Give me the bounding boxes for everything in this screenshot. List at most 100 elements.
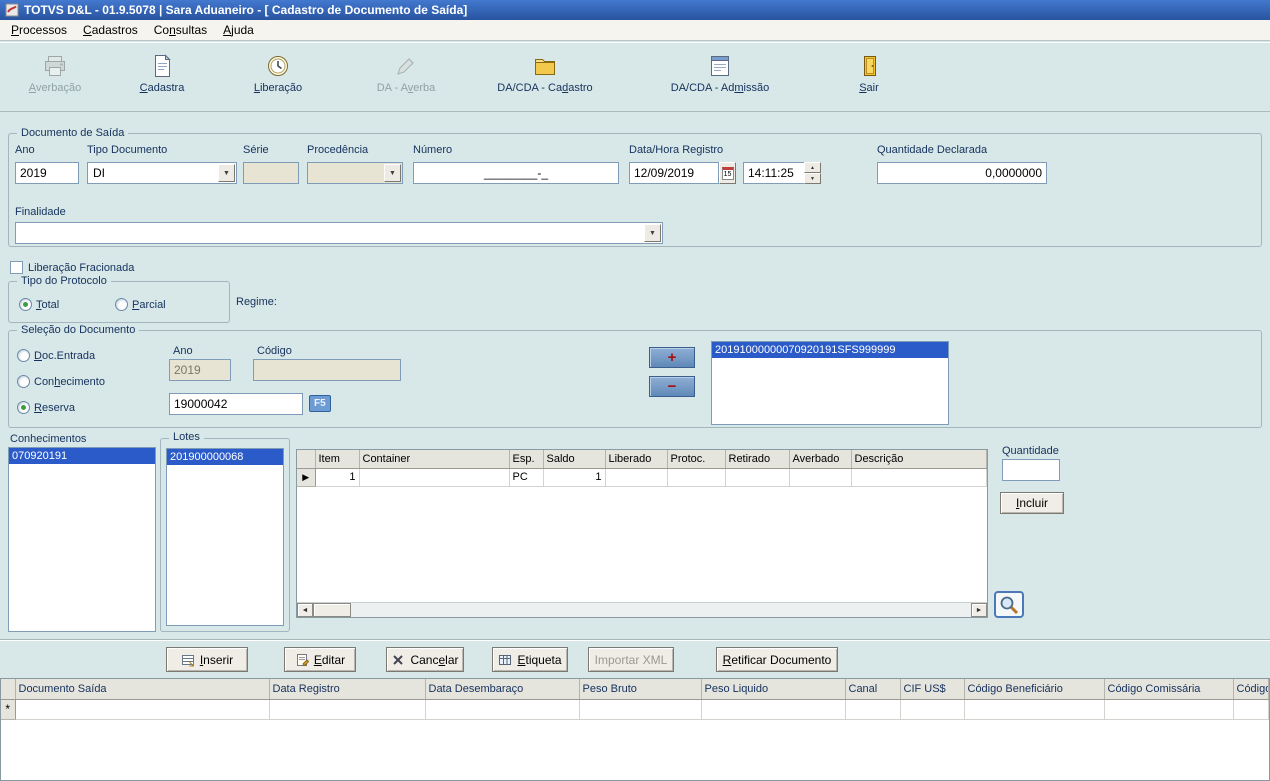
list-item[interactable]: 201900000068 [167,449,283,465]
cell-saldo[interactable]: 1 [543,468,606,487]
numero-label: Número [413,144,453,156]
retificar-documento-button[interactable]: Retificar Documento [716,647,838,672]
bottom-grid-cell[interactable] [900,699,965,720]
table-row: ▶ 1 PC 1 [297,468,987,487]
add-document-button[interactable]: + [649,347,695,368]
list-item[interactable]: 20191000000070920191SFS999999 [712,342,948,358]
window-title: TOTVS D&L - 01.9.5078 | Sara Aduaneiro -… [24,3,468,17]
radio-total-label: Total [36,299,60,311]
col-cif-us: CIF US$ [900,679,965,700]
cell-item[interactable]: 1 [315,468,360,487]
radio-total[interactable] [19,298,32,311]
toolbar-button-label: Averbação [28,82,82,94]
ano-field[interactable] [15,162,79,184]
liberacao-fracionada-checkbox[interactable] [10,261,23,274]
tipo-documento-combo[interactable]: DI ▼ [87,162,237,184]
scrollbar-thumb[interactable] [313,603,351,617]
bottom-grid-header: Documento Saída Data Registro Data Desem… [1,679,1269,700]
scroll-right-icon[interactable]: ► [971,603,987,617]
toolbar-button-label: Sair [859,82,879,94]
radio-parcial-label: Parcial [132,299,166,311]
scrollbar-track[interactable] [351,603,971,617]
col-retirado: Retirado [725,450,790,469]
retificar-documento-button-label: Retificar Documento [722,652,832,667]
toolbar-button-label: DA/CDA - Cadastro [497,82,593,94]
quantidade-declarada-field[interactable] [877,162,1047,184]
toolbar-button-cadastra[interactable]: Cadastra [107,49,217,107]
cell-retirado[interactable] [725,468,790,487]
app-icon [5,3,19,17]
menu-ajuda[interactable]: Ajuda [215,21,262,39]
bottom-grid-cell[interactable] [845,699,901,720]
finalidade-combo[interactable]: ▼ [15,222,663,244]
bottom-grid-cell[interactable] [1104,699,1234,720]
spinner-up-icon[interactable]: ▲ [804,162,821,173]
selecao-ano-field [169,359,231,381]
bottom-grid-cell[interactable] [1233,699,1269,720]
cell-liberado[interactable] [605,468,668,487]
selecao-codigo-field [253,359,401,381]
regime-label: Regime: [236,296,277,308]
menu-consultas[interactable]: Consultas [146,21,215,39]
new-document-icon [149,49,175,79]
group-title: Documento de Saída [17,127,129,140]
cell-esp[interactable]: PC [509,468,544,487]
menu-processos[interactable]: Processos [3,21,75,39]
label-grid-icon [498,653,512,667]
list-item[interactable]: 070920191 [9,448,155,464]
toolbar-button-dacda-admissao[interactable]: DA/CDA - Admissão [665,49,775,107]
bottom-grid-cell[interactable] [269,699,426,720]
importar-xml-button-label: Importar XML [594,652,668,667]
chevron-down-icon[interactable]: ▼ [218,164,235,182]
cell-container[interactable] [359,468,510,487]
bottom-grid-cell[interactable] [701,699,846,720]
section-divider [0,639,1270,641]
toolbar-button-sair[interactable]: Sair [814,49,924,107]
documents-listbox: 20191000000070920191SFS999999 [711,341,949,425]
exit-door-icon [856,49,882,79]
toolbar-button-dacda-cadastro[interactable]: DA/CDA - Cadastro [490,49,600,107]
menu-bar: Processos Cadastros Consultas Ajuda [0,20,1270,41]
toolbar-button-averbacao: Averbação [0,49,110,107]
numero-field[interactable] [413,162,619,184]
col-data-registro: Data Registro [269,679,426,700]
reserva-field[interactable] [169,393,303,415]
quantidade-field[interactable] [1002,459,1060,481]
insert-icon [181,653,195,667]
radio-reserva[interactable] [17,401,30,414]
search-button[interactable] [994,591,1024,618]
scroll-left-icon[interactable]: ◄ [297,603,313,617]
spinner-down-icon[interactable]: ▼ [804,173,821,184]
cell-averbado[interactable] [789,468,852,487]
cell-protoc[interactable] [667,468,726,487]
cell-descricao[interactable] [851,468,987,487]
remove-document-button[interactable]: − [649,376,695,397]
calendar-button[interactable]: 15 [719,162,736,184]
toolbar-button-liberacao[interactable]: Liberação [223,49,333,107]
cancel-icon [391,653,405,667]
tipo-documento-label: Tipo Documento [87,144,168,156]
incluir-button-label: Incluir [1015,496,1049,510]
itens-grid: Item Container Esp. Saldo Liberado Proto… [296,449,988,618]
etiqueta-button[interactable]: Etiqueta [492,647,568,672]
chevron-down-icon[interactable]: ▼ [644,224,661,242]
col-codigo-beneficiario: Código Beneficiário [964,679,1105,700]
inserir-button[interactable]: Inserir [166,647,248,672]
radio-conhecimento[interactable] [17,375,30,388]
selecao-ano-label: Ano [173,345,193,357]
procedencia-combo: ▼ [307,162,403,184]
incluir-button[interactable]: Incluir [1000,492,1064,514]
editar-button[interactable]: Editar [284,647,356,672]
bottom-grid-cell[interactable] [15,699,270,720]
bottom-grid-cell[interactable] [425,699,580,720]
menu-cadastros[interactable]: Cadastros [75,21,146,39]
radio-parcial[interactable] [115,298,128,311]
f5-button[interactable]: F5 [309,395,331,412]
cancelar-button[interactable]: Cancelar [386,647,464,672]
radio-doc-entrada[interactable] [17,349,30,362]
data-registro-field[interactable] [629,162,719,184]
radio-doc-entrada-label: Doc.Entrada [34,350,96,362]
bottom-grid-cell[interactable] [579,699,702,720]
time-spinner: ▲ ▼ [804,162,821,184]
bottom-grid-cell[interactable] [964,699,1105,720]
